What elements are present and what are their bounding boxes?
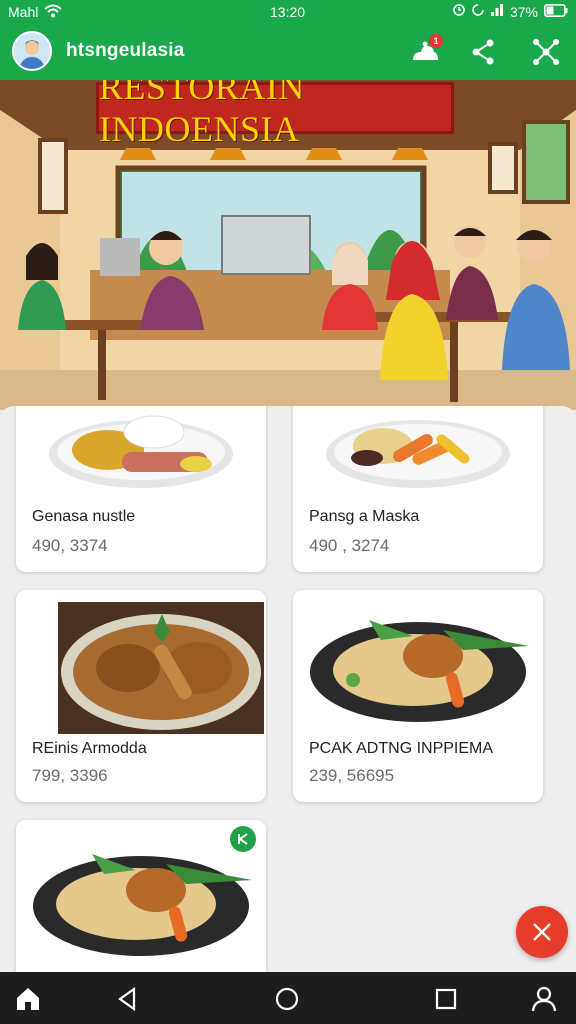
home-icon (17, 988, 39, 1010)
home-button[interactable] (14, 985, 42, 1013)
dish-card[interactable]: REinis Armodda 799, 3396 (16, 590, 266, 802)
dish-card[interactable]: Genasa nustle 490, 3374 (16, 406, 266, 572)
dish-price: 239, 56695 (309, 766, 395, 785)
dish-card[interactable]: Pansg a Maska 490 , 3274 (293, 406, 543, 572)
navigation-bar (0, 972, 576, 1024)
add-icon (238, 833, 248, 845)
signal-icon (490, 3, 504, 20)
wifi-icon (44, 3, 62, 22)
status-bar: Mahl 13:20 37% (0, 0, 576, 24)
app-screen: Mahl 13:20 37% htsngeulasia 1 RESTORAIN … (0, 0, 576, 1024)
close-icon (533, 923, 551, 941)
dish-card[interactable]: PCAK ADTNG INPPIEMA 239, 56695 (293, 590, 543, 802)
dish-image (58, 602, 264, 734)
notification-badge: 1 (429, 34, 443, 48)
network-button[interactable] (530, 36, 562, 68)
dish-name: PCAK ADTNG INPPIEMA (309, 740, 494, 757)
dish-image (16, 820, 266, 960)
back-button[interactable] (114, 985, 142, 1013)
system-home-button[interactable] (273, 985, 301, 1013)
network-icon (533, 39, 559, 65)
dish-image (293, 406, 543, 502)
dish-card[interactable] (16, 820, 266, 972)
notifications-button[interactable]: 1 (409, 34, 443, 68)
status-icons: 37% (452, 3, 568, 20)
share-icon (472, 39, 494, 65)
dish-image (16, 406, 266, 502)
dish-price: 799, 3396 (32, 766, 108, 785)
avatar[interactable] (12, 31, 52, 71)
dish-name: Genasa nustle (32, 508, 136, 525)
profile-button[interactable] (530, 985, 558, 1013)
restaurant-hero-image: RESTORAIN INDOENSIA (0, 80, 576, 410)
banner-text: RESTORAIN INDOENSIA (99, 80, 305, 149)
close-fab-button[interactable] (516, 906, 568, 958)
back-icon (118, 986, 136, 1012)
battery-label: 37% (509, 3, 538, 20)
battery-icon (544, 3, 568, 20)
recents-icon (435, 988, 457, 1010)
dish-price: 490, 3374 (32, 536, 108, 555)
dish-name: Pansg a Maska (309, 508, 420, 525)
dish-image (293, 590, 543, 730)
sync-icon (472, 3, 484, 20)
carrier-label: Mahl (8, 4, 39, 20)
recents-button[interactable] (432, 985, 460, 1013)
restaurant-banner: RESTORAIN INDOENSIA (96, 80, 454, 149)
profile-icon (531, 986, 557, 1012)
dish-price: 490 , 3274 (309, 536, 390, 555)
dish-name: REinis Armodda (32, 740, 147, 757)
circle-home-icon (275, 987, 299, 1011)
app-bar: htsngeulasia 1 (0, 24, 576, 80)
clock: 13:20 (270, 4, 306, 20)
menu-list: Genasa nustle 490, 3374 Pansg a Maska 49… (0, 406, 576, 972)
app-title: htsngeulasia (66, 40, 185, 61)
share-button[interactable] (468, 36, 500, 68)
alarm-icon (452, 3, 466, 20)
add-to-cart-button[interactable] (230, 826, 256, 852)
